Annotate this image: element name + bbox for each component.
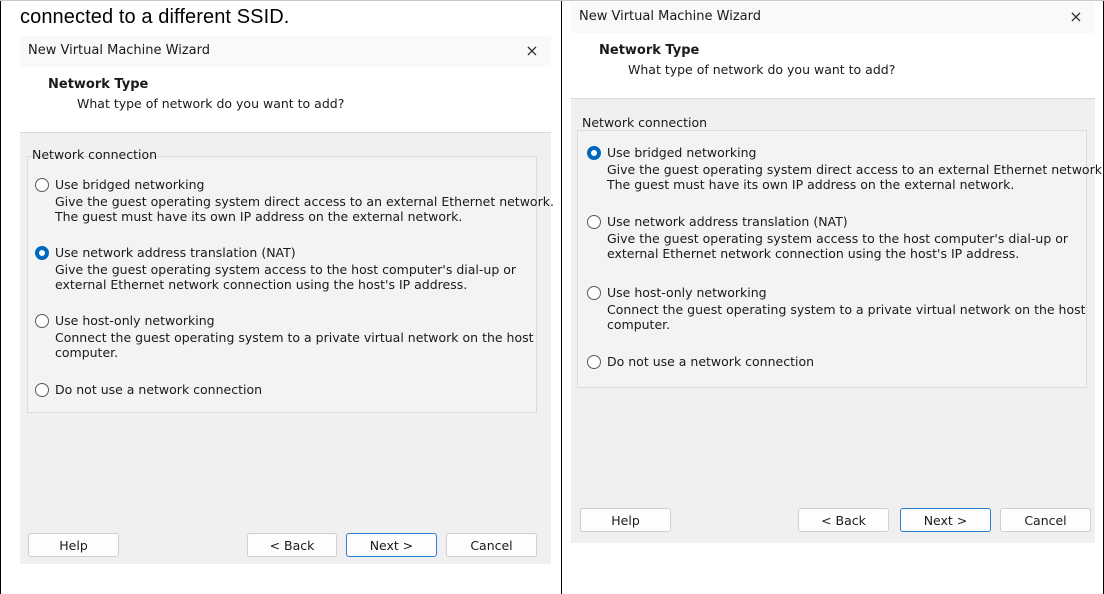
radio-nat[interactable] xyxy=(587,215,601,229)
option-label: Use network address translation (NAT) xyxy=(607,214,848,229)
radio-nat[interactable] xyxy=(35,246,49,260)
radio-bridged[interactable] xyxy=(587,146,601,160)
wizard-header: Network Type What type of network do you… xyxy=(20,67,551,133)
cancel-button[interactable]: Cancel xyxy=(1000,508,1091,532)
cancel-button[interactable]: Cancel xyxy=(446,533,537,557)
page-subtitle: What type of network do you want to add? xyxy=(628,62,896,77)
option-description: Give the guest operating system direct a… xyxy=(55,194,554,224)
frame-top-line xyxy=(0,0,1104,1)
page-title: Network Type xyxy=(599,43,700,58)
page-title: Network Type xyxy=(48,77,149,92)
title-bar: New Virtual Machine Wizard × xyxy=(20,36,551,67)
help-button[interactable]: Help xyxy=(28,533,119,557)
option-description: Connect the guest operating system to a … xyxy=(607,302,1086,332)
window-title: New Virtual Machine Wizard xyxy=(28,43,210,58)
radio-no-network[interactable] xyxy=(587,355,601,369)
frame-divider-line xyxy=(561,0,562,594)
option-label: Do not use a network connection xyxy=(607,354,815,369)
title-bar: New Virtual Machine Wizard × xyxy=(571,2,1095,33)
option-label: Use bridged networking xyxy=(55,177,205,192)
option-label: Use host-only networking xyxy=(607,285,767,300)
back-button[interactable]: < Back xyxy=(798,508,889,532)
group-label: Network connection xyxy=(582,115,708,130)
option-label: Use host-only networking xyxy=(55,313,215,328)
frame-left-line xyxy=(0,0,1,594)
page-subtitle: What type of network do you want to add? xyxy=(77,96,345,111)
option-description: Give the guest operating system direct a… xyxy=(607,162,1104,192)
option-description: Give the guest operating system access t… xyxy=(55,262,517,292)
group-label: Network connection xyxy=(32,147,158,162)
window-title: New Virtual Machine Wizard xyxy=(579,9,761,24)
help-button[interactable]: Help xyxy=(580,508,671,532)
wizard-dialog-bridged: New Virtual Machine Wizard × Network Typ… xyxy=(571,2,1104,543)
radio-host-only[interactable] xyxy=(587,286,601,300)
next-button[interactable]: Next > xyxy=(900,508,991,532)
radio-bridged[interactable] xyxy=(35,178,49,192)
wizard-dialog-nat: New Virtual Machine Wizard × Network Typ… xyxy=(20,36,554,564)
option-description: Give the guest operating system access t… xyxy=(607,231,1069,261)
close-icon[interactable]: × xyxy=(521,41,543,61)
option-label: Do not use a network connection xyxy=(55,382,263,397)
next-button[interactable]: Next > xyxy=(346,533,437,557)
option-description: Connect the guest operating system to a … xyxy=(55,330,534,360)
back-button[interactable]: < Back xyxy=(247,533,337,557)
radio-host-only[interactable] xyxy=(35,314,49,328)
caption-text: connected to a different SSID. xyxy=(20,6,290,28)
option-label: Use bridged networking xyxy=(607,145,757,160)
close-icon[interactable]: × xyxy=(1065,7,1087,27)
option-label: Use network address translation (NAT) xyxy=(55,245,296,260)
radio-no-network[interactable] xyxy=(35,383,49,397)
wizard-header: Network Type What type of network do you… xyxy=(571,33,1095,99)
